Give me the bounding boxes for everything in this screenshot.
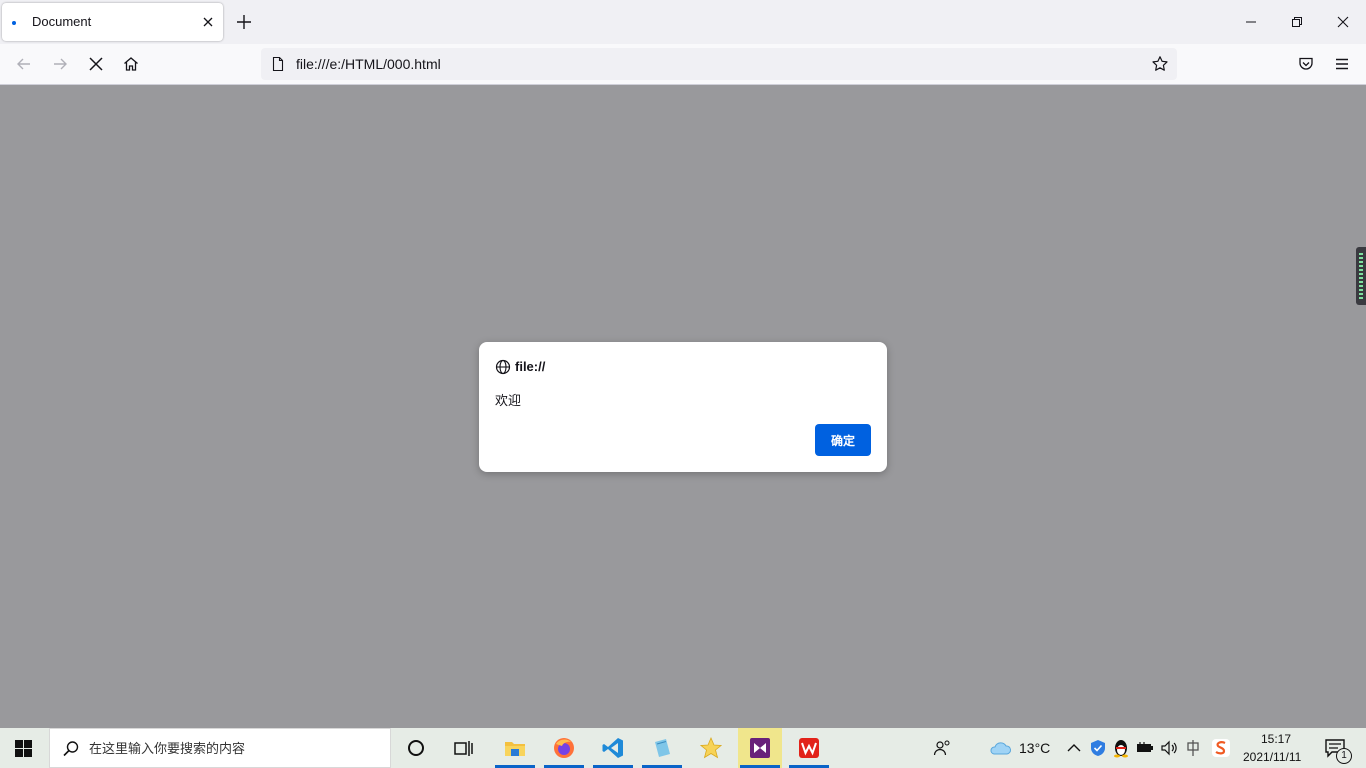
folder-icon <box>505 742 525 756</box>
tab-document[interactable]: Document <box>2 3 223 41</box>
start-button[interactable] <box>0 728 48 768</box>
notepad-app[interactable] <box>640 728 684 768</box>
visual-studio-app[interactable] <box>738 728 782 768</box>
wps-office-app[interactable] <box>787 728 831 768</box>
pocket-icon[interactable] <box>1297 55 1315 73</box>
back-icon[interactable] <box>15 55 33 73</box>
dialog-origin: file:// <box>515 359 546 374</box>
loading-indicator-icon <box>12 21 16 25</box>
input-method-icon[interactable] <box>1183 738 1203 758</box>
action-center-button[interactable]: 1 <box>1321 728 1366 768</box>
vscode-app[interactable] <box>591 728 635 768</box>
file-explorer-app[interactable] <box>493 728 537 768</box>
volume-icon[interactable] <box>1159 738 1179 758</box>
forward-icon[interactable] <box>51 55 69 73</box>
security-shield-icon[interactable] <box>1088 738 1108 758</box>
close-window-icon[interactable] <box>1333 12 1353 32</box>
side-meter-widget[interactable] <box>1356 247 1366 305</box>
alert-dialog: file:// 欢迎 确定 <box>479 342 887 472</box>
visual-studio-icon <box>750 738 770 758</box>
close-tab-icon[interactable] <box>200 14 216 30</box>
tab-title: Document <box>32 14 92 29</box>
wps-office-icon <box>799 738 819 758</box>
tab-strip: Document <box>0 0 1366 44</box>
weather-temperature[interactable]: 13°C <box>1019 740 1050 756</box>
task-view-button[interactable] <box>441 728 485 768</box>
clock-time[interactable]: 15:17 <box>1261 732 1291 746</box>
clock-date[interactable]: 2021/11/11 <box>1243 750 1301 764</box>
taskbar-search-box[interactable]: 在这里输入你要搜索的内容 <box>49 728 391 768</box>
address-bar[interactable]: file:///e:/HTML/000.html <box>261 48 1177 80</box>
people-icon[interactable] <box>932 738 952 758</box>
menu-icon[interactable] <box>1333 55 1351 73</box>
cortana-circle-icon <box>408 740 424 756</box>
stop-loading-icon[interactable] <box>87 55 105 73</box>
restore-icon[interactable] <box>1287 12 1307 32</box>
new-tab-icon[interactable] <box>235 13 253 31</box>
taskbar: 在这里输入你要搜索的内容 13°C 15:17 2021/11/11 1 <box>0 728 1366 768</box>
cortana-button[interactable] <box>394 728 438 768</box>
cloud-weather-icon[interactable] <box>988 738 1012 758</box>
firefox-icon <box>554 738 574 758</box>
search-placeholder: 在这里输入你要搜索的内容 <box>89 741 246 756</box>
navigation-toolbar: file:///e:/HTML/000.html <box>0 44 1366 85</box>
ok-button[interactable]: 确定 <box>815 424 871 456</box>
show-hidden-icons-icon[interactable] <box>1064 738 1084 758</box>
url-text[interactable]: file:///e:/HTML/000.html <box>296 56 441 72</box>
star-app[interactable] <box>689 728 733 768</box>
task-view-icon <box>454 741 473 756</box>
qq-penguin-icon[interactable] <box>1111 738 1131 758</box>
meter-bars <box>1359 253 1363 299</box>
sogou-input-icon[interactable] <box>1211 738 1231 758</box>
vscode-icon <box>602 738 623 758</box>
star-face-icon <box>700 737 722 759</box>
battery-icon[interactable] <box>1135 738 1155 758</box>
minimize-icon[interactable] <box>1241 12 1261 32</box>
notification-count-badge: 1 <box>1336 748 1352 764</box>
search-icon <box>63 741 79 757</box>
windows-logo-icon <box>15 740 32 757</box>
page-icon <box>272 56 284 72</box>
dialog-message: 欢迎 <box>495 393 522 408</box>
globe-icon <box>495 359 511 375</box>
page-content-overlay: file:// 欢迎 确定 <box>0 85 1366 728</box>
firefox-app[interactable] <box>542 728 586 768</box>
bookmark-star-icon[interactable] <box>1151 55 1169 73</box>
home-icon[interactable] <box>122 55 140 73</box>
notepad-icon <box>655 739 670 757</box>
